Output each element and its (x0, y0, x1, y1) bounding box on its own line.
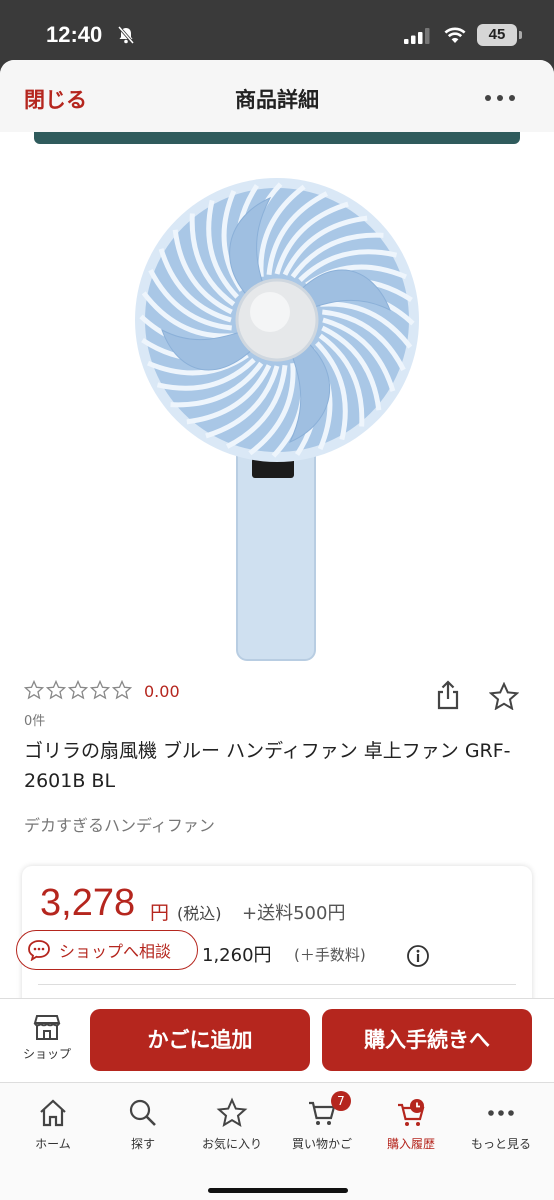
shop-consult-label: ショップへ相談 (59, 942, 172, 961)
status-bar: 12:40 45 (0, 0, 554, 60)
tab-more-label: もっと見る (470, 1137, 531, 1151)
search-icon (129, 1099, 156, 1126)
favorite-star-icon[interactable] (489, 682, 519, 710)
star-outline-icon (68, 680, 88, 700)
review-count[interactable]: 0件 (24, 710, 45, 729)
more-options-icon[interactable] (484, 94, 516, 102)
star-outline-icon (24, 680, 44, 700)
installment-fee-note: (＋手数料) (294, 946, 366, 964)
catch-copy: デカすぎるハンディファン (24, 816, 215, 835)
rating-score[interactable]: 0.00 (144, 682, 180, 701)
tab-home[interactable]: ホーム (8, 1091, 98, 1161)
bottom-tab-bar: ホーム 探す お気に入り 7 買い物かご 購入履歴 もっと見る (0, 1082, 554, 1200)
tab-cart[interactable]: 7 買い物かご (277, 1091, 367, 1161)
status-time: 12:40 (46, 22, 103, 47)
bell-muted-icon (117, 26, 135, 44)
tab-cart-label: 買い物かご (291, 1137, 352, 1151)
close-button[interactable]: 閉じる (24, 84, 87, 114)
shop-button[interactable]: ショップ (16, 1013, 78, 1071)
price-unit: 円 (150, 902, 170, 924)
history-icon (398, 1099, 425, 1126)
signal-icon (404, 28, 430, 44)
tab-favorites-label: お気に入り (201, 1137, 262, 1151)
star-icon (216, 1097, 248, 1128)
tab-favorites[interactable]: お気に入り (187, 1091, 277, 1161)
more-icon (488, 1110, 514, 1116)
tab-home-label: ホーム (35, 1137, 71, 1151)
tax-note: (税込) (177, 904, 222, 923)
shop-label: ショップ (22, 1047, 71, 1061)
share-icon[interactable] (436, 680, 460, 710)
product-sheet: 商品詳細 閉じる 0.00 0件 ゴリラの扇風機 ブルー ハンディファン 卓上フ… (0, 60, 554, 1200)
price-amount: 3,278 (40, 882, 136, 924)
rating-stars (24, 680, 132, 704)
add-to-cart-button[interactable]: かごに追加 (90, 1009, 310, 1071)
home-icon (40, 1099, 66, 1127)
image-carousel-indicator (34, 132, 520, 144)
nav-bar: 商品詳細 閉じる (0, 60, 554, 132)
storefront-icon (33, 1015, 61, 1040)
home-indicator (208, 1188, 348, 1193)
tab-purchase-history[interactable]: 購入履歴 (366, 1091, 456, 1161)
product-name: ゴリラの扇風機 ブルー ハンディファン 卓上ファン GRF-2601B BL (24, 740, 511, 792)
battery-tip (519, 31, 522, 39)
product-image[interactable] (120, 160, 434, 670)
info-icon[interactable] (406, 944, 430, 968)
star-outline-icon (46, 680, 66, 700)
shop-consult-button[interactable]: ショップへ相談 (16, 930, 198, 970)
installment-price: 1,260円 (202, 945, 272, 966)
wifi-icon (444, 27, 466, 43)
shipping-fee: +送料500円 (242, 903, 346, 924)
cart-count-badge: 7 (331, 1091, 351, 1111)
tab-search[interactable]: 探す (98, 1091, 188, 1161)
star-outline-icon (90, 680, 110, 700)
card-divider (38, 984, 516, 985)
tab-more[interactable]: もっと見る (456, 1091, 546, 1161)
action-bar: ショップ かごに追加 購入手続きへ (0, 998, 554, 1082)
chat-bubble-icon (28, 940, 50, 961)
battery-indicator: 45 (477, 24, 517, 46)
tab-purchase-history-label: 購入履歴 (386, 1137, 435, 1151)
tab-search-label: 探す (130, 1137, 155, 1151)
checkout-button[interactable]: 購入手続きへ (322, 1009, 532, 1071)
star-outline-icon (112, 680, 132, 700)
